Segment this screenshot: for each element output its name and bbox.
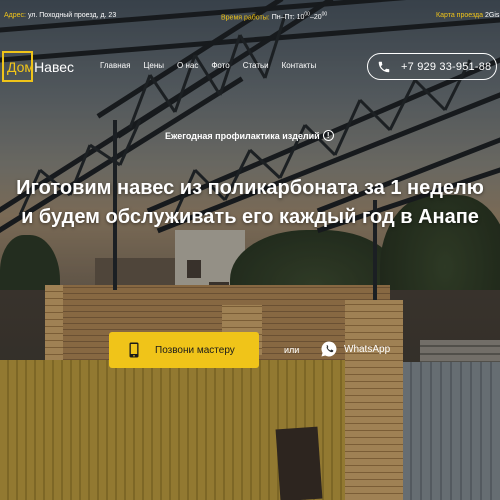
whatsapp-button[interactable]: WhatsApp: [320, 340, 390, 358]
logo-part-2: Навес: [34, 59, 75, 75]
working-hours-label: Время работы:: [221, 14, 270, 22]
maintenance-notice-text: Ежегодная профилактика изделий: [165, 130, 320, 141]
hours-days-open: Пн–Пт: 10: [271, 14, 305, 22]
whatsapp-icon: [321, 341, 337, 357]
working-hours-value: Пн–Пт: 1000–2000: [271, 12, 328, 22]
map-label: Карта проезда: [436, 12, 484, 19]
nav-item-about[interactable]: О нас: [177, 61, 198, 70]
top-info-bar: Адрес: ул. Походный проезд, д. 23 Время …: [0, 0, 500, 36]
working-hours-info: Время работы: Пн–Пт: 1000–2000: [221, 12, 327, 21]
address-value: ул. Походный проезд, д. 23: [27, 12, 117, 19]
nav-item-articles[interactable]: Статьи: [243, 61, 269, 70]
map-value: 2Gis: [484, 12, 500, 19]
call-master-label: Позвони мастеру: [155, 344, 235, 356]
phone-number: +7 929 33-951-88: [401, 60, 492, 73]
phone-button[interactable]: +7 929 33-951-88: [367, 53, 497, 80]
info-circle-icon: !: [322, 130, 334, 141]
maintenance-notice[interactable]: Ежегодная профилактика изделий !: [165, 130, 334, 141]
phone-handset-icon: [378, 61, 390, 72]
main-nav: Главная Цены О нас Фото Статьи Контакты: [100, 61, 316, 70]
address-info: Адрес: ул. Походный проезд, д. 23: [4, 12, 116, 19]
mobile-phone-icon: [129, 342, 139, 358]
address-label: Адрес:: [4, 12, 26, 19]
logo[interactable]: ДомНавес: [7, 59, 74, 75]
nav-item-contacts[interactable]: Контакты: [282, 61, 317, 70]
logo-part-1: Дом: [7, 59, 35, 75]
hours-close-minutes: 00: [321, 12, 328, 18]
hours-close: –20: [309, 14, 322, 22]
or-separator: или: [284, 345, 300, 355]
hero-headline: Иготовим навес из поликарбоната за 1 нед…: [16, 177, 484, 228]
map-link[interactable]: Карта проезда 2Gis: [436, 12, 499, 19]
nav-item-photos[interactable]: Фото: [211, 61, 229, 70]
call-master-button[interactable]: Позвони мастеру: [109, 332, 259, 368]
nav-item-prices[interactable]: Цены: [143, 61, 164, 70]
nav-item-home[interactable]: Главная: [100, 61, 130, 70]
landing-page: Адрес: ул. Походный проезд, д. 23 Время …: [0, 0, 500, 500]
whatsapp-label: WhatsApp: [344, 343, 391, 355]
